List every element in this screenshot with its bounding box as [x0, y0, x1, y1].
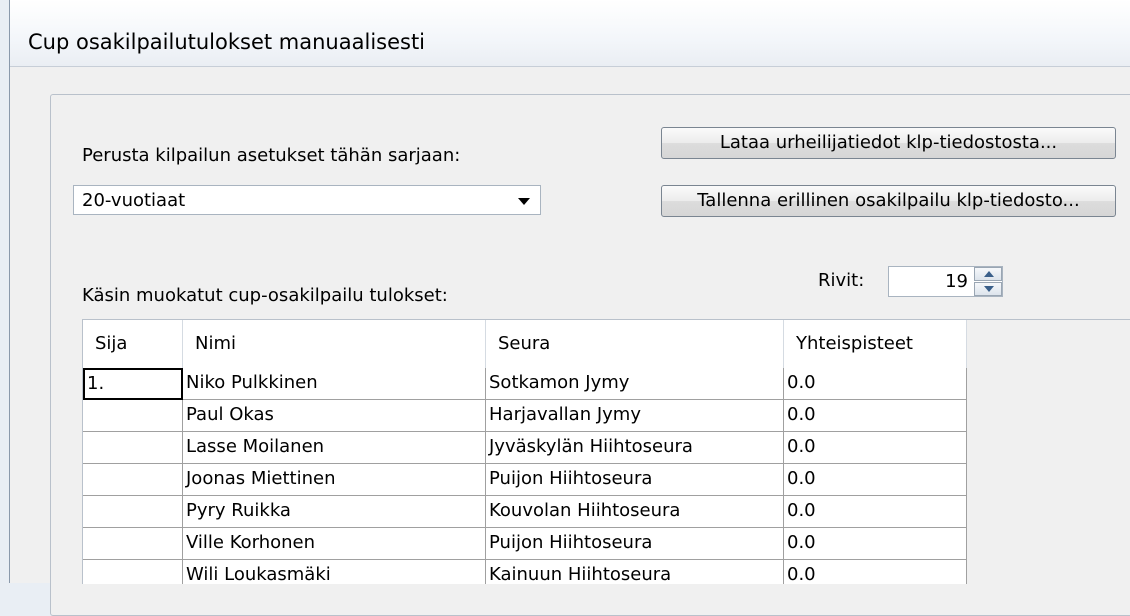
cell-seura[interactable]: Kouvolan Hiihtoseura	[486, 496, 784, 528]
table-row: Pyry Ruikka Kouvolan Hiihtoseura 0.0	[83, 496, 967, 528]
arrow-up-icon	[984, 271, 994, 277]
cell-pisteet[interactable]: 0.0	[784, 368, 967, 400]
title-bar[interactable]: Cup osakilpailutulokset manuaalisesti	[10, 0, 1130, 67]
chevron-down-icon	[518, 198, 530, 205]
cell-nimi[interactable]: Paul Okas	[183, 400, 486, 432]
results-label: Käsin muokatut cup-osakilpailu tulokset:	[82, 285, 448, 306]
table-row: Ville Korhonen Puijon Hiihtoseura 0.0	[83, 528, 967, 560]
cell-sija[interactable]	[83, 464, 183, 496]
cell-seura[interactable]: Harjavallan Jymy	[486, 400, 784, 432]
cell-nimi[interactable]: Lasse Moilanen	[183, 432, 486, 464]
cell-nimi[interactable]: Pyry Ruikka	[183, 496, 486, 528]
table-row: Wili Loukasmäki Kainuun Hiihtoseura 0.0	[83, 560, 967, 584]
cell-sija[interactable]	[83, 496, 183, 528]
cell-sija[interactable]: 1.	[83, 368, 183, 400]
cell-sija[interactable]	[83, 432, 183, 464]
series-dropdown[interactable]: 20-vuotiaat	[73, 185, 541, 215]
cell-seura[interactable]: Puijon Hiihtoseura	[486, 528, 784, 560]
cell-pisteet[interactable]: 0.0	[784, 560, 967, 584]
cell-pisteet[interactable]: 0.0	[784, 528, 967, 560]
cell-nimi[interactable]: Niko Pulkkinen	[183, 368, 486, 400]
column-header-nimi[interactable]: Nimi	[183, 320, 486, 368]
table-row: Lasse Moilanen Jyväskylän Hiihtoseura 0.…	[83, 432, 967, 464]
save-competition-button[interactable]: Tallenna erillinen osakilpailu klp-tiedo…	[661, 185, 1116, 217]
cell-pisteet[interactable]: 0.0	[784, 464, 967, 496]
cell-nimi[interactable]: Joonas Miettinen	[183, 464, 486, 496]
series-selected-value: 20-vuotiaat	[82, 190, 186, 211]
cell-nimi[interactable]: Wili Loukasmäki	[183, 560, 486, 584]
series-label: Perusta kilpailun asetukset tähän sarjaa…	[82, 145, 461, 166]
cell-seura[interactable]: Puijon Hiihtoseura	[486, 464, 784, 496]
cell-seura[interactable]: Sotkamon Jymy	[486, 368, 784, 400]
cell-nimi[interactable]: Ville Korhonen	[183, 528, 486, 560]
spin-up-button[interactable]	[974, 267, 1002, 281]
load-athletes-button[interactable]: Lataa urheilijatiedot klp-tiedostosta...	[661, 127, 1116, 159]
rows-stepper[interactable]: 19	[888, 266, 1003, 297]
cell-sija[interactable]	[83, 560, 183, 584]
cell-sija[interactable]	[83, 528, 183, 560]
window-title: Cup osakilpailutulokset manuaalisesti	[28, 30, 426, 54]
cell-pisteet[interactable]: 0.0	[784, 400, 967, 432]
column-header-sija[interactable]: Sija	[83, 320, 183, 368]
table-row: 1. Niko Pulkkinen Sotkamon Jymy 0.0	[83, 368, 967, 400]
cell-seura[interactable]: Kainuun Hiihtoseura	[486, 560, 784, 584]
table-row: Paul Okas Harjavallan Jymy 0.0	[83, 400, 967, 432]
cell-pisteet[interactable]: 0.0	[784, 432, 967, 464]
cell-seura[interactable]: Jyväskylän Hiihtoseura	[486, 432, 784, 464]
column-header-yhteispisteet[interactable]: Yhteispisteet	[784, 320, 967, 368]
rows-label: Rivit:	[818, 270, 865, 291]
rows-value[interactable]: 19	[945, 271, 968, 292]
column-header-seura[interactable]: Seura	[486, 320, 784, 368]
results-table: Sija Nimi Seura Yhteispisteet 1. Niko Pu…	[82, 319, 1130, 584]
arrow-down-icon	[984, 286, 994, 292]
cell-sija[interactable]	[83, 400, 183, 432]
table-row: Joonas Miettinen Puijon Hiihtoseura 0.0	[83, 464, 967, 496]
cell-pisteet[interactable]: 0.0	[784, 496, 967, 528]
spin-down-button[interactable]	[974, 282, 1002, 296]
